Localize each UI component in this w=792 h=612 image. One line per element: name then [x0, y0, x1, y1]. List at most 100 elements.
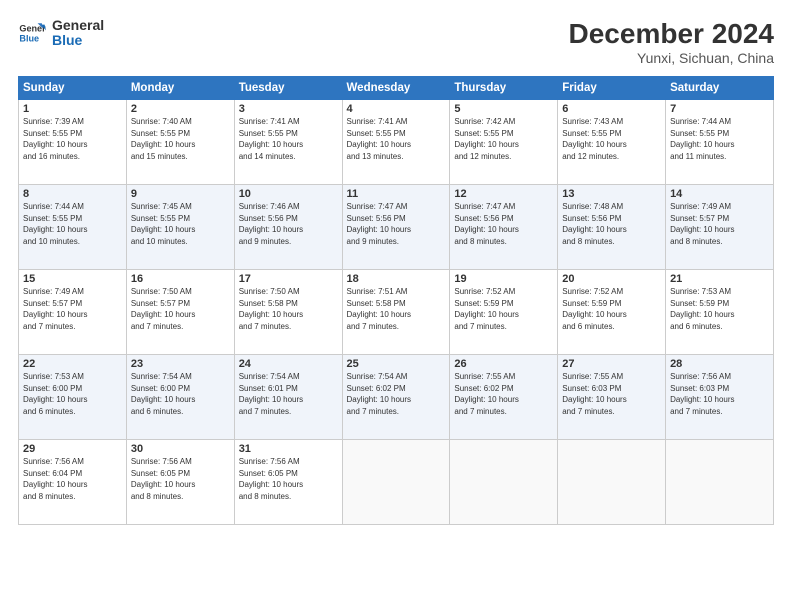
calendar-cell: 15Sunrise: 7:49 AM Sunset: 5:57 PM Dayli… [19, 270, 127, 355]
day-number: 25 [347, 358, 446, 370]
day-number: 5 [454, 103, 553, 115]
calendar-header-wednesday: Wednesday [342, 77, 450, 100]
day-number: 23 [131, 358, 230, 370]
day-info: Sunrise: 7:48 AM Sunset: 5:56 PM Dayligh… [562, 201, 661, 247]
calendar-cell: 10Sunrise: 7:46 AM Sunset: 5:56 PM Dayli… [234, 185, 342, 270]
calendar-cell: 14Sunrise: 7:49 AM Sunset: 5:57 PM Dayli… [666, 185, 774, 270]
calendar-cell: 31Sunrise: 7:56 AM Sunset: 6:05 PM Dayli… [234, 440, 342, 525]
calendar-cell: 12Sunrise: 7:47 AM Sunset: 5:56 PM Dayli… [450, 185, 558, 270]
calendar-week-row: 8Sunrise: 7:44 AM Sunset: 5:55 PM Daylig… [19, 185, 774, 270]
day-info: Sunrise: 7:47 AM Sunset: 5:56 PM Dayligh… [347, 201, 446, 247]
day-info: Sunrise: 7:52 AM Sunset: 5:59 PM Dayligh… [562, 286, 661, 332]
day-info: Sunrise: 7:46 AM Sunset: 5:56 PM Dayligh… [239, 201, 338, 247]
day-info: Sunrise: 7:53 AM Sunset: 5:59 PM Dayligh… [670, 286, 769, 332]
calendar-cell: 2Sunrise: 7:40 AM Sunset: 5:55 PM Daylig… [126, 100, 234, 185]
svg-text:Blue: Blue [19, 34, 39, 44]
page-title: December 2024 [569, 18, 774, 50]
day-number: 9 [131, 188, 230, 200]
day-number: 30 [131, 443, 230, 455]
day-info: Sunrise: 7:50 AM Sunset: 5:58 PM Dayligh… [239, 286, 338, 332]
title-block: December 2024 Yunxi, Sichuan, China [569, 18, 774, 66]
calendar-cell: 22Sunrise: 7:53 AM Sunset: 6:00 PM Dayli… [19, 355, 127, 440]
calendar-cell: 29Sunrise: 7:56 AM Sunset: 6:04 PM Dayli… [19, 440, 127, 525]
day-number: 27 [562, 358, 661, 370]
calendar-cell: 1Sunrise: 7:39 AM Sunset: 5:55 PM Daylig… [19, 100, 127, 185]
calendar-cell: 21Sunrise: 7:53 AM Sunset: 5:59 PM Dayli… [666, 270, 774, 355]
day-number: 7 [670, 103, 769, 115]
day-number: 3 [239, 103, 338, 115]
day-info: Sunrise: 7:49 AM Sunset: 5:57 PM Dayligh… [670, 201, 769, 247]
day-info: Sunrise: 7:53 AM Sunset: 6:00 PM Dayligh… [23, 371, 122, 417]
day-info: Sunrise: 7:44 AM Sunset: 5:55 PM Dayligh… [23, 201, 122, 247]
day-info: Sunrise: 7:41 AM Sunset: 5:55 PM Dayligh… [239, 116, 338, 162]
day-info: Sunrise: 7:54 AM Sunset: 6:01 PM Dayligh… [239, 371, 338, 417]
day-number: 15 [23, 273, 122, 285]
day-number: 20 [562, 273, 661, 285]
calendar-cell: 30Sunrise: 7:56 AM Sunset: 6:05 PM Dayli… [126, 440, 234, 525]
calendar-header-monday: Monday [126, 77, 234, 100]
calendar-header-row: SundayMondayTuesdayWednesdayThursdayFrid… [19, 77, 774, 100]
calendar-cell: 11Sunrise: 7:47 AM Sunset: 5:56 PM Dayli… [342, 185, 450, 270]
day-number: 4 [347, 103, 446, 115]
day-number: 13 [562, 188, 661, 200]
day-info: Sunrise: 7:56 AM Sunset: 6:04 PM Dayligh… [23, 456, 122, 502]
logo: General Blue General Blue [18, 18, 104, 49]
day-info: Sunrise: 7:50 AM Sunset: 5:57 PM Dayligh… [131, 286, 230, 332]
calendar-header-saturday: Saturday [666, 77, 774, 100]
day-number: 17 [239, 273, 338, 285]
calendar-cell: 8Sunrise: 7:44 AM Sunset: 5:55 PM Daylig… [19, 185, 127, 270]
calendar-cell: 28Sunrise: 7:56 AM Sunset: 6:03 PM Dayli… [666, 355, 774, 440]
day-number: 29 [23, 443, 122, 455]
calendar-header-thursday: Thursday [450, 77, 558, 100]
calendar-cell: 17Sunrise: 7:50 AM Sunset: 5:58 PM Dayli… [234, 270, 342, 355]
day-info: Sunrise: 7:56 AM Sunset: 6:05 PM Dayligh… [131, 456, 230, 502]
calendar-cell: 9Sunrise: 7:45 AM Sunset: 5:55 PM Daylig… [126, 185, 234, 270]
calendar-cell: 16Sunrise: 7:50 AM Sunset: 5:57 PM Dayli… [126, 270, 234, 355]
logo-icon: General Blue [18, 19, 46, 47]
calendar-cell [666, 440, 774, 525]
calendar-header-tuesday: Tuesday [234, 77, 342, 100]
calendar-cell: 13Sunrise: 7:48 AM Sunset: 5:56 PM Dayli… [558, 185, 666, 270]
day-info: Sunrise: 7:40 AM Sunset: 5:55 PM Dayligh… [131, 116, 230, 162]
day-number: 2 [131, 103, 230, 115]
calendar-cell [450, 440, 558, 525]
calendar-week-row: 22Sunrise: 7:53 AM Sunset: 6:00 PM Dayli… [19, 355, 774, 440]
calendar-cell: 23Sunrise: 7:54 AM Sunset: 6:00 PM Dayli… [126, 355, 234, 440]
calendar-cell: 26Sunrise: 7:55 AM Sunset: 6:02 PM Dayli… [450, 355, 558, 440]
calendar-table: SundayMondayTuesdayWednesdayThursdayFrid… [18, 76, 774, 525]
day-number: 28 [670, 358, 769, 370]
calendar-cell [342, 440, 450, 525]
calendar-cell: 25Sunrise: 7:54 AM Sunset: 6:02 PM Dayli… [342, 355, 450, 440]
day-number: 21 [670, 273, 769, 285]
calendar-week-row: 15Sunrise: 7:49 AM Sunset: 5:57 PM Dayli… [19, 270, 774, 355]
day-number: 31 [239, 443, 338, 455]
calendar-cell: 20Sunrise: 7:52 AM Sunset: 5:59 PM Dayli… [558, 270, 666, 355]
day-number: 18 [347, 273, 446, 285]
day-number: 6 [562, 103, 661, 115]
day-number: 11 [347, 188, 446, 200]
day-info: Sunrise: 7:52 AM Sunset: 5:59 PM Dayligh… [454, 286, 553, 332]
calendar-cell: 6Sunrise: 7:43 AM Sunset: 5:55 PM Daylig… [558, 100, 666, 185]
calendar-header-friday: Friday [558, 77, 666, 100]
day-number: 1 [23, 103, 122, 115]
day-info: Sunrise: 7:54 AM Sunset: 6:00 PM Dayligh… [131, 371, 230, 417]
day-info: Sunrise: 7:39 AM Sunset: 5:55 PM Dayligh… [23, 116, 122, 162]
day-number: 24 [239, 358, 338, 370]
calendar-cell: 24Sunrise: 7:54 AM Sunset: 6:01 PM Dayli… [234, 355, 342, 440]
day-number: 16 [131, 273, 230, 285]
day-info: Sunrise: 7:47 AM Sunset: 5:56 PM Dayligh… [454, 201, 553, 247]
day-info: Sunrise: 7:44 AM Sunset: 5:55 PM Dayligh… [670, 116, 769, 162]
calendar-cell: 7Sunrise: 7:44 AM Sunset: 5:55 PM Daylig… [666, 100, 774, 185]
day-info: Sunrise: 7:51 AM Sunset: 5:58 PM Dayligh… [347, 286, 446, 332]
calendar-cell [558, 440, 666, 525]
day-info: Sunrise: 7:55 AM Sunset: 6:02 PM Dayligh… [454, 371, 553, 417]
calendar-cell: 27Sunrise: 7:55 AM Sunset: 6:03 PM Dayli… [558, 355, 666, 440]
day-number: 22 [23, 358, 122, 370]
day-info: Sunrise: 7:54 AM Sunset: 6:02 PM Dayligh… [347, 371, 446, 417]
day-number: 10 [239, 188, 338, 200]
logo-line2: Blue [52, 33, 104, 48]
page-subtitle: Yunxi, Sichuan, China [569, 50, 774, 66]
calendar-cell: 5Sunrise: 7:42 AM Sunset: 5:55 PM Daylig… [450, 100, 558, 185]
day-info: Sunrise: 7:55 AM Sunset: 6:03 PM Dayligh… [562, 371, 661, 417]
calendar-week-row: 29Sunrise: 7:56 AM Sunset: 6:04 PM Dayli… [19, 440, 774, 525]
